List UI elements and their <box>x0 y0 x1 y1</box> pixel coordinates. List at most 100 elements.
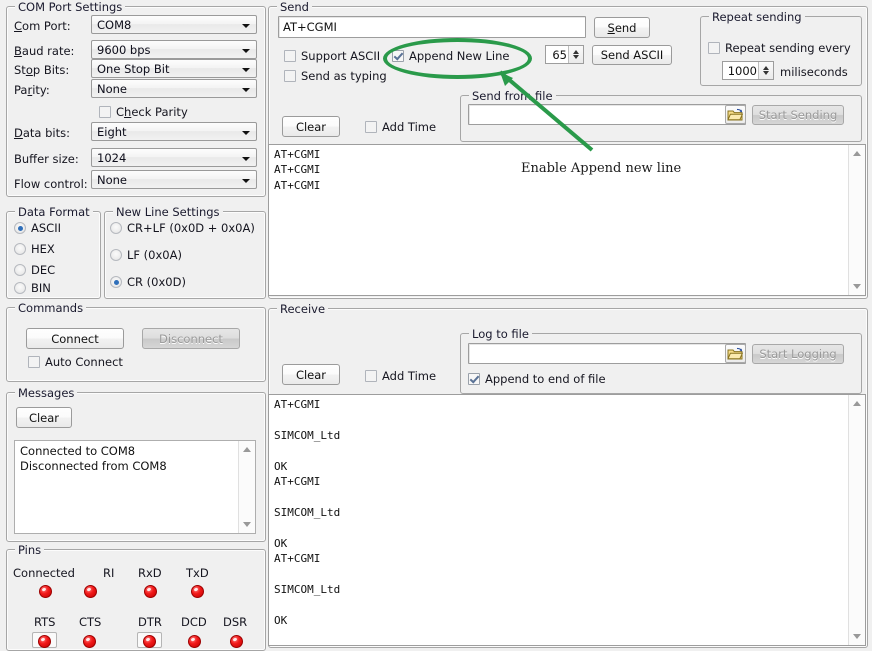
send-add-time-checkbox[interactable]: Add Time <box>365 120 436 134</box>
radio-dot <box>14 264 26 276</box>
radio-dot <box>110 222 122 234</box>
radio-newline-crlf[interactable]: CR+LF (0x0D + 0x0A) <box>110 221 255 235</box>
send-clear-button[interactable]: Clear <box>282 116 340 137</box>
radio-label: LF (0x0A) <box>127 248 182 262</box>
repeat-interval-stepper[interactable]: 1000 <box>722 61 774 80</box>
browse-folder-icon[interactable] <box>725 105 746 124</box>
checkbox-box <box>468 373 480 385</box>
send-from-file-title: Send from file <box>469 89 556 103</box>
chevron-down-icon <box>242 68 250 72</box>
led-rxd <box>144 585 157 598</box>
send-button-label-rest: end <box>615 21 637 35</box>
messages-scrollbar[interactable] <box>238 441 255 533</box>
receive-clear-button[interactable]: Clear <box>282 364 340 385</box>
chevron-down-icon <box>242 49 250 53</box>
append-new-line-label: Append New Line <box>409 49 510 63</box>
scroll-up-icon[interactable] <box>853 151 861 156</box>
radio-label: CR (0x0D) <box>127 275 186 289</box>
pin-label-dsr: DSR <box>223 615 247 629</box>
check-parity-checkbox[interactable]: Check Parity <box>99 105 188 119</box>
check-parity-label: Check Parity <box>116 105 188 119</box>
com-port-select[interactable]: COM8 <box>91 15 257 34</box>
send-as-typing-checkbox[interactable]: Send as typing <box>284 69 387 83</box>
send-command-value: AT+CGMI <box>283 20 337 34</box>
new-line-settings-title: New Line Settings <box>113 205 223 219</box>
send-button[interactable]: Send <box>594 17 650 38</box>
pin-label-rxd: RxD <box>138 566 162 580</box>
receive-log[interactable]: AT+CGMI SIMCOM_Ltd OK AT+CGMI SIMCOM_Ltd… <box>268 394 866 646</box>
scroll-up-icon[interactable] <box>853 401 861 406</box>
auto-connect-checkbox[interactable]: Auto Connect <box>28 355 123 369</box>
repeat-interval-value: 1000 <box>728 64 757 78</box>
scroll-up-icon[interactable] <box>243 447 251 452</box>
com-port-settings-group: COM Port Settings <box>6 6 266 197</box>
radio-data-format-ascii[interactable]: ASCII <box>14 221 61 235</box>
radio-data-format-bin[interactable]: BIN <box>14 281 51 295</box>
receive-add-time-checkbox[interactable]: Add Time <box>365 369 436 383</box>
radio-label: DEC <box>31 263 55 277</box>
log-file-path-input[interactable] <box>468 343 746 364</box>
radio-data-format-hex[interactable]: HEX <box>14 242 55 256</box>
checkbox-box <box>392 50 404 62</box>
radio-dot <box>14 243 26 255</box>
receive-log-text: AT+CGMI SIMCOM_Ltd OK AT+CGMI SIMCOM_Ltd… <box>274 397 845 628</box>
pin-label-dtr: DTR <box>138 615 162 629</box>
radio-newline-cr[interactable]: CR (0x0D) <box>110 275 186 289</box>
chevron-down-icon <box>242 157 250 161</box>
append-end-of-file-label: Append to end of file <box>485 372 606 386</box>
repeat-sending-checkbox[interactable]: Repeat sending every <box>708 41 851 55</box>
pins-title: Pins <box>15 543 44 557</box>
led-ri <box>84 585 97 598</box>
disconnect-button[interactable]: Disconnect <box>142 328 240 349</box>
send-log-scrollbar[interactable] <box>848 145 865 295</box>
data-bits-select[interactable]: Eight <box>91 122 257 141</box>
flow-control-select[interactable]: None <box>91 170 257 189</box>
data-bits-label: Data bits: <box>14 126 70 140</box>
scroll-down-icon[interactable] <box>853 634 861 639</box>
append-new-line-checkbox[interactable]: Append New Line <box>392 49 510 63</box>
radio-label: ASCII <box>31 221 61 235</box>
messages-list[interactable]: Connected to COM8 Disconnected from COM8 <box>14 440 256 534</box>
stepper-arrows-icon[interactable] <box>568 46 583 63</box>
receive-log-scrollbar[interactable] <box>848 395 865 645</box>
connect-button[interactable]: Connect <box>26 328 124 349</box>
parity-select[interactable]: None <box>91 79 257 98</box>
radio-label: CR+LF (0x0D + 0x0A) <box>127 221 255 235</box>
stop-bits-label: Stop Bits: <box>14 63 69 77</box>
send-file-path-input[interactable] <box>468 104 746 125</box>
ascii-code-stepper[interactable]: 65 <box>545 45 584 64</box>
repeat-sending-label: Repeat sending every <box>725 41 851 55</box>
scroll-down-icon[interactable] <box>853 284 861 289</box>
radio-dot <box>110 249 122 261</box>
radio-newline-lf[interactable]: LF (0x0A) <box>110 248 182 262</box>
radio-data-format-dec[interactable]: DEC <box>14 263 55 277</box>
send-as-typing-label: Send as typing <box>301 69 387 83</box>
repeat-unit-label: miliseconds <box>780 65 848 79</box>
browse-folder-icon[interactable] <box>725 344 746 363</box>
send-ascii-button[interactable]: Send ASCII <box>592 45 672 65</box>
flow-control-label: Flow control: <box>14 177 88 191</box>
serial-terminal-window: COM Port Settings Com Port: COM8 Baud ra… <box>0 0 872 646</box>
chevron-down-icon <box>242 24 250 28</box>
start-sending-button[interactable]: Start Sending <box>752 105 844 125</box>
support-ascii-label: Support ASCII <box>301 49 380 63</box>
start-logging-button[interactable]: Start Logging <box>752 344 844 364</box>
chevron-down-icon <box>242 131 250 135</box>
annotation-text: Enable Append new line <box>521 161 681 176</box>
scroll-down-icon[interactable] <box>243 522 251 527</box>
append-end-of-file-checkbox[interactable]: Append to end of file <box>468 372 606 386</box>
pin-label-cts: CTS <box>79 615 101 629</box>
baud-rate-select[interactable]: 9600 bps <box>91 40 257 59</box>
stop-bits-select[interactable]: One Stop Bit <box>91 59 257 78</box>
stepper-arrows-icon[interactable] <box>758 62 773 79</box>
pin-label-connected: Connected <box>13 566 75 580</box>
buffer-size-select[interactable]: 1024 <box>91 148 257 167</box>
repeat-sending-title: Repeat sending <box>709 10 805 24</box>
led-cts <box>83 635 96 648</box>
buffer-size-label: Buffer size: <box>14 152 79 166</box>
send-command-input[interactable]: AT+CGMI <box>278 16 586 38</box>
checkbox-box <box>28 356 40 368</box>
support-ascii-checkbox[interactable]: Support ASCII <box>284 49 380 63</box>
messages-clear-button[interactable]: Clear <box>16 407 72 428</box>
radio-dot <box>110 276 122 288</box>
